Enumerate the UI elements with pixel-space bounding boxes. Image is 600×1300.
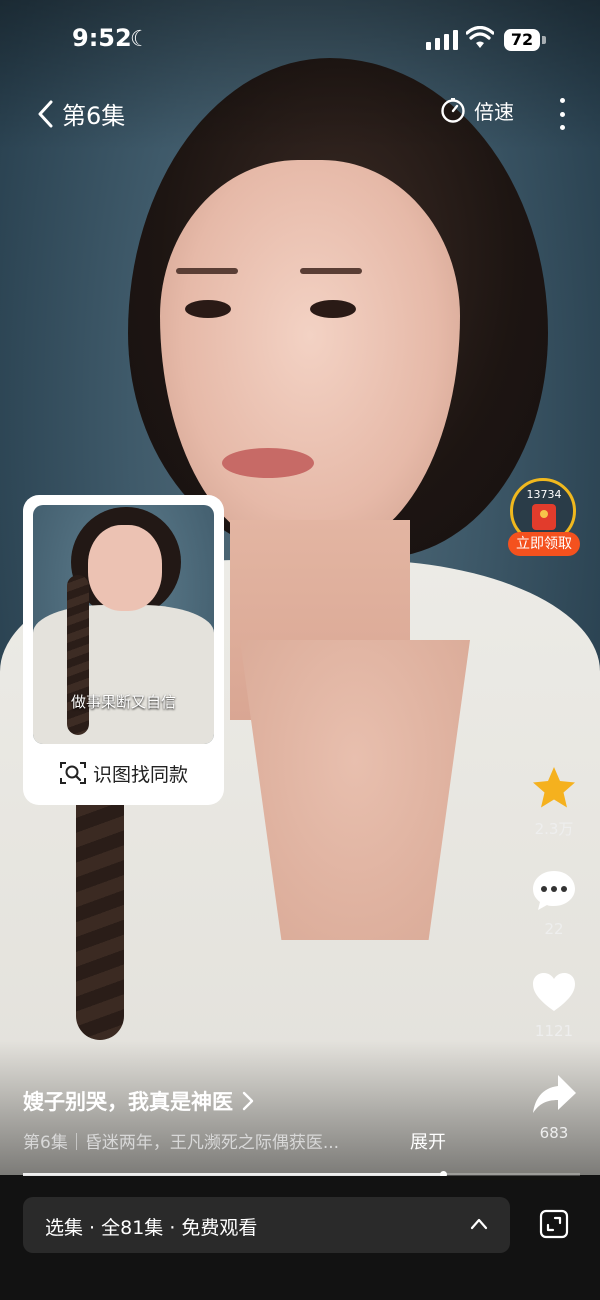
battery-nub — [542, 36, 546, 44]
fullscreen-icon — [539, 1209, 569, 1239]
series-title-link[interactable]: 嫂子别哭，我真是神医 — [23, 1086, 255, 1116]
back-arrow-icon[interactable] — [32, 96, 62, 132]
star-icon — [533, 767, 575, 808]
battery-indicator: 72 — [504, 29, 540, 51]
cellular-signal-icon — [426, 30, 458, 50]
episode-title: 第6集 — [62, 102, 126, 130]
video-frame-brow — [176, 268, 238, 274]
thumbnail-caption: 做事果断又自信 — [70, 693, 176, 711]
comment-count: 22 — [544, 920, 564, 938]
video-frame-face — [160, 160, 460, 550]
episode-description: 第6集｜昏迷两年，王凡濒死之际偶获医... — [23, 1133, 340, 1153]
thumbnail-body — [33, 605, 214, 744]
like-button[interactable]: 1121 — [520, 968, 588, 1040]
expand-description-button[interactable]: 展开 — [410, 1128, 446, 1154]
scan-search-icon — [59, 762, 86, 784]
more-options-icon[interactable] — [552, 98, 572, 130]
wifi-icon — [466, 26, 494, 48]
thumbnail-face — [88, 525, 162, 611]
moon-icon: ☾ — [130, 27, 150, 52]
reward-widget[interactable]: 13734 立即领取 — [508, 478, 580, 560]
top-navigation: 第6集 倍速 — [0, 92, 600, 136]
episode-selector-label: 选集 · 全81集 · 免费观看 — [45, 1217, 258, 1239]
status-bar: 9:52 ☾ 72 — [0, 0, 600, 80]
chevron-up-icon — [470, 1218, 488, 1230]
fullscreen-button[interactable] — [530, 1200, 578, 1248]
find-similar-label: 识图找同款 — [92, 763, 188, 786]
share-arrow-icon — [533, 1075, 576, 1113]
red-envelope-icon — [532, 504, 556, 530]
episode-selector[interactable]: 选集 · 全81集 · 免费观看 — [23, 1197, 510, 1253]
series-title: 嫂子别哭，我真是神医 — [23, 1090, 233, 1114]
image-search-card[interactable]: 做事果断又自信 识图找同款 — [23, 495, 224, 805]
chevron-right-icon — [242, 1091, 254, 1111]
share-button[interactable]: 683 — [520, 1070, 588, 1142]
status-time: 9:52 — [72, 24, 132, 52]
reward-count: 13734 — [526, 488, 562, 501]
find-similar-button[interactable]: 识图找同款 — [33, 751, 214, 795]
speed-gauge-icon — [441, 97, 465, 123]
share-count: 683 — [539, 1124, 569, 1142]
video-frame-brow — [300, 268, 362, 274]
video-frame-eye — [185, 300, 231, 318]
video-frame-mouth — [222, 448, 314, 478]
playback-speed-button[interactable]: 倍速 — [440, 96, 514, 125]
claim-reward-button[interactable]: 立即领取 — [508, 532, 580, 556]
card-thumbnail[interactable]: 做事果断又自信 — [33, 505, 214, 744]
like-count: 1121 — [534, 1022, 574, 1040]
speed-label: 倍速 — [474, 100, 514, 124]
heart-icon — [533, 973, 575, 1011]
comment-bubble-icon — [533, 871, 575, 910]
favorite-count: 2.3万 — [534, 820, 574, 838]
favorite-button[interactable]: 2.3万 — [520, 764, 588, 839]
video-frame-eye — [310, 300, 356, 318]
comment-button[interactable]: 22 — [520, 866, 588, 938]
